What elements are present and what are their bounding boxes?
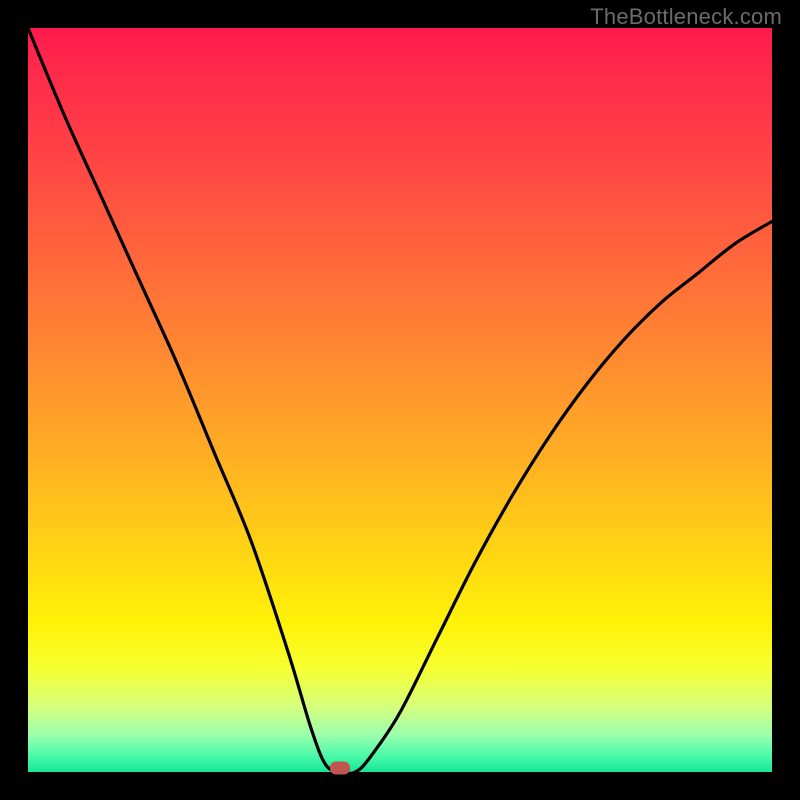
optimal-marker [330,762,350,775]
watermark-text: TheBottleneck.com [590,4,782,30]
curve-svg [28,28,772,772]
chart-frame: TheBottleneck.com [0,0,800,800]
plot-area [28,28,772,772]
bottleneck-curve [28,28,772,772]
